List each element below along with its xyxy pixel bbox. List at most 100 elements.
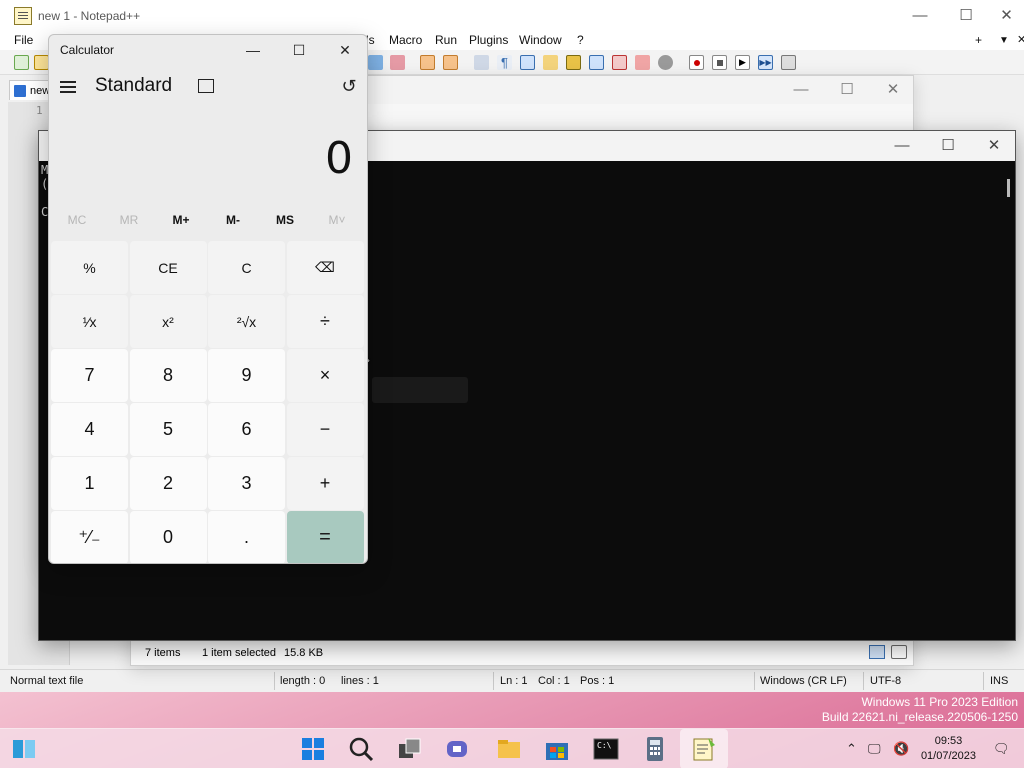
show-all-characters-icon[interactable]: ¶ bbox=[497, 55, 512, 70]
square-button[interactable]: x² bbox=[129, 295, 207, 348]
status-insert-mode[interactable]: INS bbox=[990, 675, 1008, 687]
open-file-icon[interactable] bbox=[34, 55, 49, 70]
equals-button[interactable]: = bbox=[286, 511, 364, 563]
digit-4-button[interactable]: 4 bbox=[51, 403, 128, 456]
folder-as-workspace-icon[interactable] bbox=[635, 55, 650, 70]
play-macro-icon[interactable]: ▶ bbox=[735, 55, 750, 70]
new-file-icon[interactable] bbox=[14, 55, 29, 70]
document-list-icon[interactable] bbox=[589, 55, 604, 70]
details-view-icon[interactable] bbox=[869, 645, 885, 659]
digit-1-button[interactable]: 1 bbox=[51, 457, 128, 510]
negate-button[interactable]: ⁺⁄₋ bbox=[51, 511, 128, 563]
calculator-close-button[interactable]: ✕ bbox=[322, 35, 367, 65]
volume-muted-icon[interactable]: 🔇 bbox=[893, 741, 909, 757]
run-macro-multiple-icon[interactable]: ▶▶ bbox=[758, 55, 773, 70]
microsoft-store-icon[interactable] bbox=[543, 735, 571, 763]
explorer-close-button[interactable]: ✕ bbox=[870, 76, 916, 104]
digit-6-button[interactable]: 6 bbox=[208, 403, 285, 456]
digit-7-button[interactable]: 7 bbox=[51, 349, 128, 402]
explorer-maximize-button[interactable]: ☐ bbox=[824, 76, 870, 104]
stop-macro-icon[interactable] bbox=[712, 55, 727, 70]
menu-file[interactable]: File bbox=[14, 33, 33, 47]
save-macro-icon[interactable] bbox=[781, 55, 796, 70]
network-icon[interactable]: 🖵 bbox=[868, 741, 881, 757]
search-icon[interactable] bbox=[347, 735, 375, 763]
digit-9-button[interactable]: 9 bbox=[208, 349, 285, 402]
square-root-button[interactable]: ²√x bbox=[208, 295, 285, 348]
status-encoding[interactable]: UTF-8 bbox=[870, 675, 901, 687]
terminal-scrollbar[interactable] bbox=[1002, 161, 1015, 640]
digit-0-button[interactable]: 0 bbox=[129, 511, 207, 563]
digit-5-button[interactable]: 5 bbox=[129, 403, 207, 456]
tiles-view-icon[interactable] bbox=[891, 645, 907, 659]
close-tab-icon[interactable]: ✕ bbox=[1017, 33, 1024, 46]
history-icon[interactable]: ↺ bbox=[339, 76, 359, 96]
add-tab-icon[interactable]: + bbox=[975, 33, 982, 47]
memory-recall-button[interactable]: MR bbox=[103, 213, 155, 227]
file-explorer-icon[interactable] bbox=[495, 735, 523, 763]
digit-3-button[interactable]: 3 bbox=[208, 457, 285, 510]
multiply-button[interactable]: × bbox=[286, 349, 364, 402]
backspace-button[interactable]: ⌫ bbox=[286, 241, 364, 294]
teams-chat-icon[interactable] bbox=[444, 735, 472, 763]
digit-2-button[interactable]: 2 bbox=[129, 457, 207, 510]
menu-window[interactable]: Window bbox=[519, 33, 562, 47]
digit-8-button[interactable]: 8 bbox=[129, 349, 207, 402]
document-map-icon[interactable] bbox=[566, 55, 581, 70]
monitoring-icon[interactable] bbox=[658, 55, 673, 70]
memory-subtract-button[interactable]: M- bbox=[207, 213, 259, 227]
decimal-button[interactable]: . bbox=[208, 511, 285, 563]
user-defined-language-icon[interactable] bbox=[543, 55, 558, 70]
clear-entry-button[interactable]: CE bbox=[129, 241, 207, 294]
percent-button[interactable]: % bbox=[51, 241, 128, 294]
terminal-close-button[interactable]: ✕ bbox=[971, 131, 1017, 161]
menu-plugins[interactable]: Plugins bbox=[469, 33, 508, 47]
zoom-in-icon[interactable] bbox=[368, 55, 383, 70]
sync-vertical-icon[interactable] bbox=[420, 55, 435, 70]
menu-help[interactable]: ? bbox=[577, 33, 584, 47]
notepadpp-close-button[interactable]: ✕ bbox=[989, 0, 1024, 32]
tab-new-1[interactable]: new bbox=[9, 80, 51, 100]
terminal-minimize-button[interactable]: — bbox=[879, 131, 925, 161]
calculator-maximize-button[interactable]: ☐ bbox=[276, 35, 322, 65]
notification-icon[interactable]: 🗨 bbox=[993, 741, 1010, 757]
show-hidden-icons-icon[interactable]: ⌃ bbox=[846, 741, 857, 757]
memory-clear-button[interactable]: MC bbox=[51, 213, 103, 227]
widgets-icon[interactable] bbox=[10, 735, 38, 763]
calculator-icon[interactable] bbox=[641, 735, 669, 763]
explorer-minimize-button[interactable]: — bbox=[778, 76, 824, 104]
calculator-titlebar[interactable]: Calculator — ☐ ✕ bbox=[49, 35, 367, 65]
reciprocal-button[interactable]: ¹⁄x bbox=[51, 295, 128, 348]
status-pos: Pos : 1 bbox=[580, 675, 615, 687]
tab-list-dropdown-icon[interactable]: ▼ bbox=[999, 35, 1009, 46]
menu-run[interactable]: Run bbox=[435, 33, 457, 47]
divide-button[interactable]: ÷ bbox=[286, 295, 364, 348]
word-wrap-icon[interactable] bbox=[474, 55, 489, 70]
terminal-maximize-button[interactable]: ☐ bbox=[925, 131, 971, 161]
memory-add-button[interactable]: M+ bbox=[155, 213, 207, 227]
notepadpp-titlebar[interactable]: new 1 - Notepad++ — ☐ ✕ bbox=[0, 0, 1024, 32]
sync-horizontal-icon[interactable] bbox=[443, 55, 458, 70]
keep-on-top-icon[interactable] bbox=[198, 79, 214, 93]
memory-list-button[interactable]: M˅ bbox=[311, 213, 363, 227]
zoom-out-icon[interactable] bbox=[390, 55, 405, 70]
system-clock[interactable]: 09:53 01/07/2023 bbox=[921, 734, 976, 764]
task-view-icon[interactable] bbox=[396, 735, 424, 763]
notepad-plus-plus-icon[interactable] bbox=[690, 735, 718, 763]
notepadpp-minimize-button[interactable]: — bbox=[897, 0, 943, 32]
function-list-icon[interactable] bbox=[612, 55, 627, 70]
clear-button[interactable]: C bbox=[208, 241, 285, 294]
subtract-button[interactable]: − bbox=[286, 403, 364, 456]
memory-store-button[interactable]: MS bbox=[259, 213, 311, 227]
indent-guide-icon[interactable] bbox=[520, 55, 535, 70]
add-button[interactable]: + bbox=[286, 457, 364, 510]
status-eol[interactable]: Windows (CR LF) bbox=[760, 675, 847, 687]
notepadpp-maximize-button[interactable]: ☐ bbox=[943, 0, 989, 32]
record-macro-icon[interactable] bbox=[689, 55, 704, 70]
navigation-menu-icon[interactable] bbox=[60, 79, 78, 95]
terminal-scrollbar-thumb[interactable] bbox=[1007, 179, 1010, 197]
terminal-icon[interactable]: C:\ bbox=[592, 735, 620, 763]
menu-macro[interactable]: Macro bbox=[389, 33, 422, 47]
start-icon[interactable] bbox=[299, 735, 327, 763]
calculator-minimize-button[interactable]: — bbox=[230, 35, 276, 65]
